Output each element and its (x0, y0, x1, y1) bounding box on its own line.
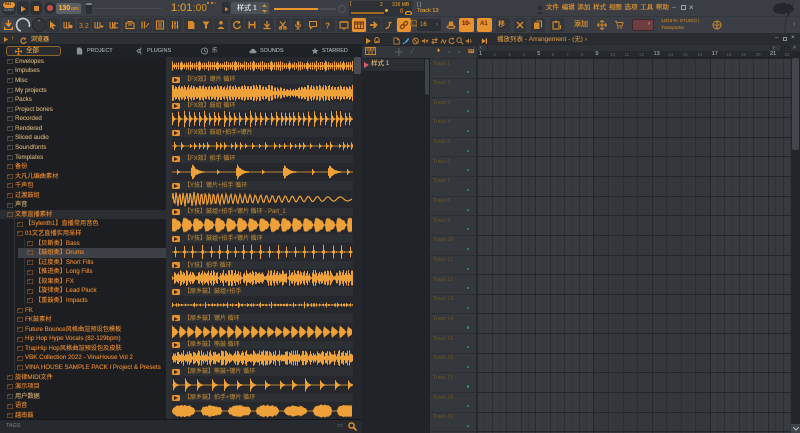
svg-text:3.2: 3.2 (79, 23, 89, 30)
svg-text:?: ? (325, 21, 330, 31)
